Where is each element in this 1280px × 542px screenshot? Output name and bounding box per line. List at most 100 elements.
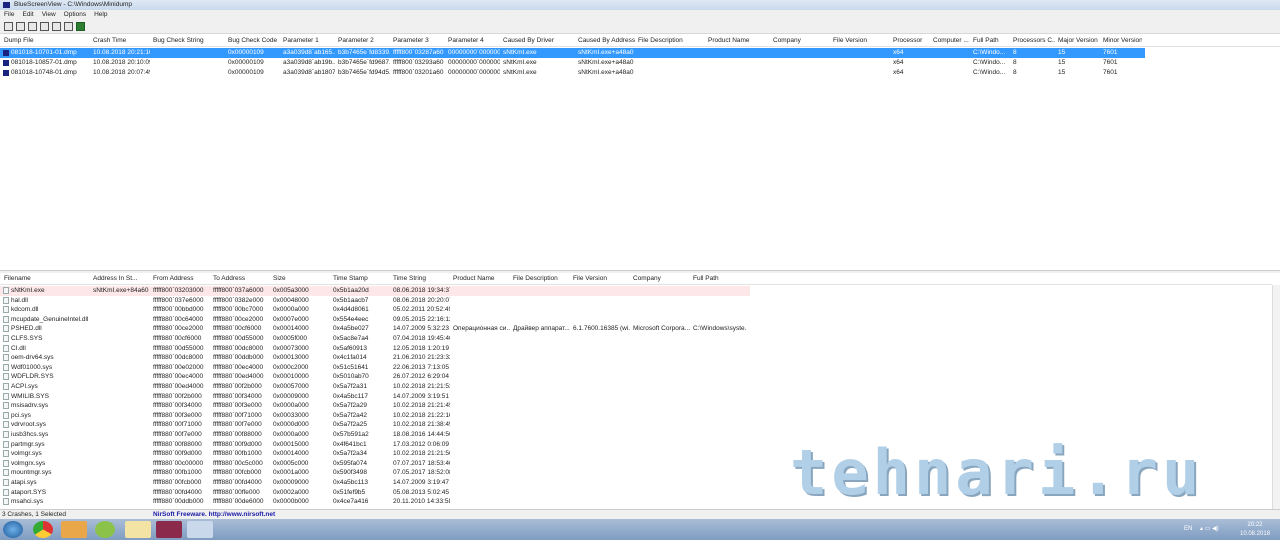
menu-edit[interactable]: Edit	[18, 10, 37, 20]
driver-row[interactable]: vdrvroot.sys fffff880`00f71000 fffff880`00…	[0, 420, 750, 430]
column-from-address[interactable]: From Address	[153, 274, 210, 284]
bluescreenview-taskbar-icon[interactable]	[187, 521, 213, 538]
column-company[interactable]: Company	[773, 36, 830, 46]
column-processor[interactable]: Processor	[893, 36, 930, 46]
driver-file-icon	[3, 411, 9, 419]
column-filename[interactable]: Filename	[4, 274, 90, 284]
column-parameter-1[interactable]: Parameter 1	[283, 36, 335, 46]
driver-row[interactable]: Wdf01000.sys fffff880`00e02000 fffff880`00…	[0, 363, 750, 373]
driver-row[interactable]: partmgr.sys fffff880`00f88000 fffff880`00f…	[0, 440, 750, 450]
column-time-string[interactable]: Time String	[393, 274, 450, 284]
driver-row[interactable]: pci.sys fffff880`00f3e000 fffff880`00f7100…	[0, 411, 750, 421]
tray-icons[interactable]: ▴ ▭ ◀)	[1200, 519, 1219, 540]
column-parameter-2[interactable]: Parameter 2	[338, 36, 390, 46]
column-computer-[interactable]: Computer ...	[933, 36, 970, 46]
driver-file-icon	[3, 498, 9, 506]
driver-row[interactable]: kdcom.dll fffff800`00bbd000 fffff800`00bc7…	[0, 305, 750, 315]
column-parameter-3[interactable]: Parameter 3	[393, 36, 445, 46]
driver-row[interactable]: oem-drv64.sys fffff880`00dc8000 fffff880`0…	[0, 353, 750, 363]
column-file-description[interactable]: File Description	[513, 274, 570, 284]
driver-row[interactable]: mountmgr.sys fffff880`00fb1000 fffff880`00…	[0, 468, 750, 478]
menu-help[interactable]: Help	[90, 10, 111, 20]
driver-row[interactable]: mcupdate_GenuineIntel.dll fffff880`00c640…	[0, 315, 750, 325]
column-file-description[interactable]: File Description	[638, 36, 705, 46]
driver-file-icon	[3, 383, 9, 390]
driver-row[interactable]: ACPI.sys fffff880`00ed4000 fffff880`00f2b0…	[0, 382, 750, 392]
column-major-version[interactable]: Major Version	[1058, 36, 1100, 46]
cell-from-address: fffff880`00fd4000	[153, 488, 202, 496]
column-processors-c-[interactable]: Processors C...	[1013, 36, 1055, 46]
driver-row[interactable]: msisadrv.sys fffff880`00f34000 fffff880`00…	[0, 401, 750, 411]
column-bug-check-string[interactable]: Bug Check String	[153, 36, 225, 46]
winrar-icon[interactable]	[156, 521, 182, 538]
column-dump-file[interactable]: Dump File	[4, 36, 90, 46]
find-icon[interactable]	[64, 22, 73, 31]
app-taskbar-icon[interactable]	[61, 521, 87, 538]
cell-crash-time: 10.08.2018 20:10:09	[93, 59, 150, 66]
driver-row[interactable]: hal.dll fffff800`037e6000 fffff800`0382e00…	[0, 296, 750, 306]
column-bug-check-code[interactable]: Bug Check Code	[228, 36, 280, 46]
column-size[interactable]: Size	[273, 274, 330, 284]
start-button[interactable]	[3, 521, 23, 538]
explorer-icon[interactable]	[125, 521, 151, 538]
chrome-icon[interactable]	[33, 521, 53, 538]
column-file-version[interactable]: File Version	[833, 36, 890, 46]
menu-view[interactable]: View	[38, 10, 60, 20]
options-icon[interactable]	[52, 22, 61, 31]
driver-row[interactable]: iusb3hcs.sys fffff880`00f7e000 fffff880`00…	[0, 430, 750, 440]
driver-row[interactable]: WMILIB.SYS fffff880`00f2b000 fffff880`00f3…	[0, 392, 750, 402]
cell-major-version: 15	[1058, 49, 1066, 56]
driver-row[interactable]: msahci.sys fffff880`00ddb000 fffff880`00de…	[0, 497, 750, 507]
clock[interactable]: 20:22 10.08.2018	[1240, 521, 1270, 542]
driver-row[interactable]: CI.dll fffff880`00d55000 fffff880`00dc8000…	[0, 344, 750, 354]
driver-row[interactable]: volmgrx.sys fffff880`00c00000 fffff880`00c…	[0, 459, 750, 469]
cell-time-stamp: 0x5b1aacb7	[333, 296, 369, 304]
driver-row[interactable]: sNtKmI.exe sNtKmI.exe+84a60 fffff800`03203…	[0, 286, 750, 296]
column-full-path[interactable]: Full Path	[693, 274, 747, 284]
driver-row[interactable]: CLFS.SYS fffff880`00cf6000 fffff880`00d550…	[0, 334, 750, 344]
menu-options[interactable]: Options	[60, 10, 90, 20]
cell-file-version: 6.1.7600.16385 (wi...	[573, 325, 630, 333]
column-time-stamp[interactable]: Time Stamp	[333, 274, 390, 284]
column-company[interactable]: Company	[633, 274, 690, 284]
cell-time-string: 14.07.2009 5:32:23	[393, 325, 450, 333]
save-icon[interactable]	[16, 22, 25, 31]
properties-icon[interactable]	[4, 22, 13, 31]
copy-icon[interactable]	[40, 22, 49, 31]
column-minor-version[interactable]: Minor Version	[1103, 36, 1142, 46]
column-crash-time[interactable]: Crash Time	[93, 36, 150, 46]
cell-minor-version: 7601	[1103, 69, 1118, 76]
cell-time-string: 10.02.2018 21:38:45	[393, 421, 450, 429]
splitter[interactable]	[0, 270, 1280, 273]
column-full-path[interactable]: Full Path	[973, 36, 1010, 46]
driver-row[interactable]: PSHED.dll fffff880`00ce2000 fffff880`00cf6…	[0, 324, 750, 334]
column-caused-by-address[interactable]: Caused By Address	[578, 36, 635, 46]
driver-row[interactable]: atapi.sys fffff880`00fcb000 fffff880`00fd4…	[0, 478, 750, 488]
cell-dump-file: 081018-10748-01.dmp	[11, 69, 77, 76]
column-product-name[interactable]: Product Name	[708, 36, 770, 46]
column-product-name[interactable]: Product Name	[453, 274, 510, 284]
cell-time-stamp: 0x5010ab70	[333, 373, 369, 381]
column-parameter-4[interactable]: Parameter 4	[448, 36, 500, 46]
menu-file[interactable]: File	[0, 10, 18, 20]
column-to-address[interactable]: To Address	[213, 274, 270, 284]
exit-icon[interactable]	[76, 22, 85, 31]
driver-row[interactable]: volmgr.sys fffff880`00f9d000 fffff880`00fb…	[0, 449, 750, 459]
crash-row[interactable]: 081018-10857-01.dmp 10.08.2018 20:10:09 0x…	[0, 58, 1145, 68]
driver-row[interactable]: ataport.SYS fffff880`00fd4000 fffff880`00f…	[0, 488, 750, 498]
utorrent-icon[interactable]	[95, 521, 115, 538]
vertical-scrollbar[interactable]	[1272, 285, 1280, 509]
column-address-in-st-[interactable]: Address In St...	[93, 274, 150, 284]
cell-to-address: fffff880`00f34000	[213, 392, 262, 400]
cell-to-address: fffff880`00c5c000	[213, 459, 263, 467]
cell-time-string: 26.07.2012 6:29:04	[393, 373, 450, 381]
crash-row[interactable]: 081018-10701-01.dmp 10.08.2018 20:21:10 0x…	[0, 48, 1145, 58]
html-report-icon[interactable]	[28, 22, 37, 31]
column-file-version[interactable]: File Version	[573, 274, 630, 284]
crash-row[interactable]: 081018-10748-01.dmp 10.08.2018 20:07:49 0x…	[0, 68, 1145, 78]
language-indicator[interactable]: EN	[1184, 519, 1192, 540]
driver-file-icon	[3, 459, 9, 467]
driver-row[interactable]: WDFLDR.SYS fffff880`00ec4000 fffff880`00ed…	[0, 372, 750, 382]
column-caused-by-driver[interactable]: Caused By Driver	[503, 36, 575, 46]
driver-file-icon	[3, 421, 9, 429]
